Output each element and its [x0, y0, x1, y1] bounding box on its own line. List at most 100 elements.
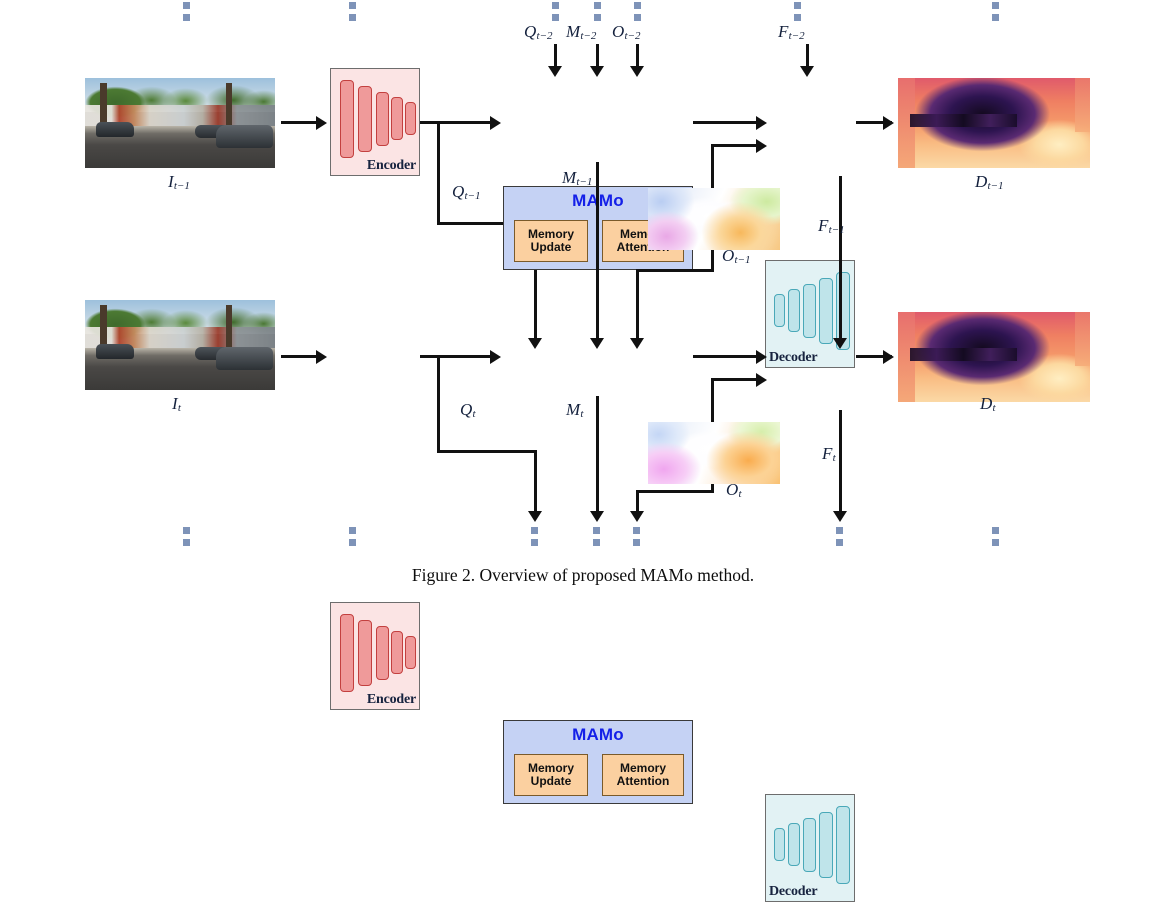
decoder-label-cur: Decoder — [769, 884, 818, 899]
input-image-cur — [85, 300, 275, 390]
ellipsis-bottom-encoder — [349, 527, 356, 551]
ellipsis-bottom-o — [633, 527, 640, 551]
encoder-bar-3 — [376, 626, 389, 680]
mamo-to-decoder-prev-head — [756, 116, 767, 130]
arrow-image-to-encoder-prev-line — [281, 121, 318, 124]
label-o-t-2: Ot−2 — [612, 22, 641, 42]
o-cur-out-head — [630, 511, 644, 522]
encoder-block-cur: Encoder — [330, 602, 420, 710]
q-cur-h-line — [437, 450, 537, 453]
flow-cur-left-line — [636, 490, 714, 493]
memory-update-block-prev: Memory Update — [514, 220, 588, 262]
encoder-bar-3 — [376, 92, 389, 146]
label-f-t-1: Ft−1 — [818, 216, 845, 236]
encoder-out-prev-line — [420, 121, 492, 124]
arrow-o-t-2-head — [630, 66, 644, 77]
arrow-image-to-encoder-cur-head — [316, 350, 327, 364]
input-image-prev — [85, 78, 275, 168]
ellipsis-top-depth — [992, 2, 999, 26]
label-depth-cur: Dt — [980, 394, 996, 414]
ellipsis-top-image — [183, 2, 190, 26]
label-f-t-2: Ft−2 — [778, 22, 805, 42]
decoder-bar-4 — [819, 812, 833, 878]
f-cur-line — [839, 410, 842, 516]
label-m-t: Mt — [566, 400, 584, 420]
label-q-t: Qt — [460, 400, 476, 420]
encoder-out-cur-head — [490, 350, 501, 364]
decoder-to-depth-cur-head — [883, 350, 894, 364]
decoder-bar-4 — [819, 278, 833, 344]
mamo-title-cur: MAMo — [572, 725, 624, 744]
q-prev-arrow-head — [528, 338, 542, 349]
encoder-bar-2 — [358, 620, 372, 686]
label-o-t: Ot — [726, 480, 742, 500]
mamo-to-decoder-cur-line — [693, 355, 763, 358]
ellipsis-top-q — [552, 2, 559, 26]
m-prev-line — [596, 162, 599, 342]
encoder-block-prev: Encoder — [330, 68, 420, 176]
decoder-bar-2 — [788, 289, 800, 332]
label-depth-prev: Dt−1 — [975, 172, 1004, 192]
label-image-prev: It−1 — [168, 172, 190, 192]
arrow-image-to-encoder-prev-head — [316, 116, 327, 130]
ellipsis-bottom-q — [531, 527, 538, 551]
f-cur-arrow-head — [833, 511, 847, 522]
label-f-t: Ft — [822, 444, 836, 464]
label-q-t-1: Qt−1 — [452, 182, 481, 202]
optical-flow-prev — [648, 188, 780, 250]
flow-prev-left-line — [636, 269, 714, 272]
m-cur-line — [596, 396, 599, 516]
memory-update-block-cur: Memory Update — [514, 754, 588, 796]
m-prev-arrow-head — [590, 338, 604, 349]
decoder-bar-3 — [803, 284, 816, 338]
f-prev-line — [839, 176, 842, 342]
depth-map-prev — [898, 78, 1090, 168]
memory-attention-block-cur: Memory Attention — [602, 754, 684, 796]
arrow-m-t-2-head — [590, 66, 604, 77]
encoder-bar-5 — [405, 102, 416, 135]
encoder-bar-1 — [340, 80, 354, 158]
encoder-bar-5 — [405, 636, 416, 669]
arrow-image-to-encoder-cur-line — [281, 355, 318, 358]
encoder-bar-2 — [358, 86, 372, 152]
label-q-t-2: Qt−2 — [524, 22, 553, 42]
ellipsis-bottom-image — [183, 527, 190, 551]
q-prev-drop-line — [437, 121, 440, 225]
label-o-t-1: Ot−1 — [722, 246, 751, 266]
decoder-bar-2 — [788, 823, 800, 866]
ellipsis-bottom-depth — [992, 527, 999, 551]
decoder-label-prev: Decoder — [769, 350, 818, 365]
label-m-t-2: Mt−2 — [566, 22, 597, 42]
decoder-bar-3 — [803, 818, 816, 872]
encoder-out-cur-line — [420, 355, 492, 358]
q-cur-down-line — [534, 450, 537, 516]
m-cur-arrow-head — [590, 511, 604, 522]
decoder-bar-1 — [774, 294, 785, 327]
arrow-q-t-2-head — [548, 66, 562, 77]
decoder-block-cur: Decoder — [765, 794, 855, 902]
figure-canvas: Qt−2 Mt−2 Ot−2 Ft−2 It−1 Encoder Qt−1 Me… — [0, 0, 1166, 902]
flow-prev-to-decoder-head — [756, 139, 767, 153]
encoder-label-prev: Encoder — [366, 158, 416, 173]
figure-caption: Figure 2. Overview of proposed MAMo meth… — [411, 565, 755, 585]
encoder-bar-1 — [340, 614, 354, 692]
o-prev-into-mamo-head — [630, 338, 644, 349]
mamo-to-decoder-cur-head — [756, 350, 767, 364]
o-prev-into-mamo-line — [636, 269, 639, 342]
ellipsis-bottom-m — [593, 527, 600, 551]
f-prev-arrow-head — [833, 338, 847, 349]
ellipsis-bottom-f — [836, 527, 843, 551]
encoder-label-cur: Encoder — [366, 692, 416, 707]
flow-cur-to-decoder-head — [756, 373, 767, 387]
q-cur-drop-line — [437, 355, 440, 453]
encoder-bar-4 — [391, 97, 403, 140]
decoder-to-depth-prev-head — [883, 116, 894, 130]
mamo-to-decoder-prev-line — [693, 121, 763, 124]
optical-flow-cur — [648, 422, 780, 484]
encoder-out-prev-head — [490, 116, 501, 130]
mamo-block-cur: MAMo Memory Update Memory Attention — [503, 720, 693, 804]
decoder-bar-5 — [836, 806, 850, 884]
arrow-f-t-2-head — [800, 66, 814, 77]
encoder-bar-4 — [391, 631, 403, 674]
label-m-t-1: Mt−1 — [562, 168, 593, 188]
